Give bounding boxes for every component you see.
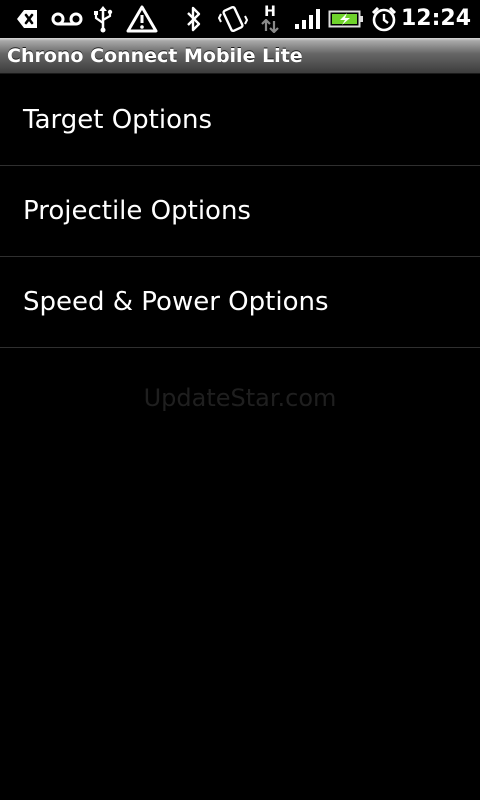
hspa-data-icon: H bbox=[259, 0, 281, 38]
watermark: UpdateStar.com bbox=[143, 384, 337, 412]
battery-charging-icon bbox=[328, 0, 364, 38]
status-bar: H 12:24 bbox=[0, 0, 480, 38]
vibrate-icon bbox=[217, 0, 249, 38]
status-time: 12:24 bbox=[400, 6, 471, 31]
signal-strength-icon bbox=[294, 0, 322, 38]
bluetooth-icon bbox=[183, 0, 205, 38]
data-indicator-label: H bbox=[264, 4, 276, 20]
list-item-label: Target Options bbox=[23, 105, 213, 135]
voicemail-icon bbox=[51, 0, 83, 38]
list-item-projectile-options[interactable]: Projectile Options bbox=[0, 166, 480, 257]
warning-icon bbox=[125, 0, 159, 38]
list-item-label: Projectile Options bbox=[23, 196, 251, 226]
app-title-bar: Chrono Connect Mobile Lite bbox=[0, 38, 480, 74]
usb-icon bbox=[90, 0, 116, 38]
alarm-clock-icon bbox=[369, 0, 399, 38]
list-item-target-options[interactable]: Target Options bbox=[0, 75, 480, 166]
list-item-label: Speed & Power Options bbox=[23, 287, 329, 317]
back-arrow-notification-icon bbox=[14, 0, 40, 38]
options-list: Target Options Projectile Options Speed … bbox=[0, 75, 480, 348]
app-title: Chrono Connect Mobile Lite bbox=[7, 45, 303, 67]
list-item-speed-power-options[interactable]: Speed & Power Options bbox=[0, 257, 480, 348]
